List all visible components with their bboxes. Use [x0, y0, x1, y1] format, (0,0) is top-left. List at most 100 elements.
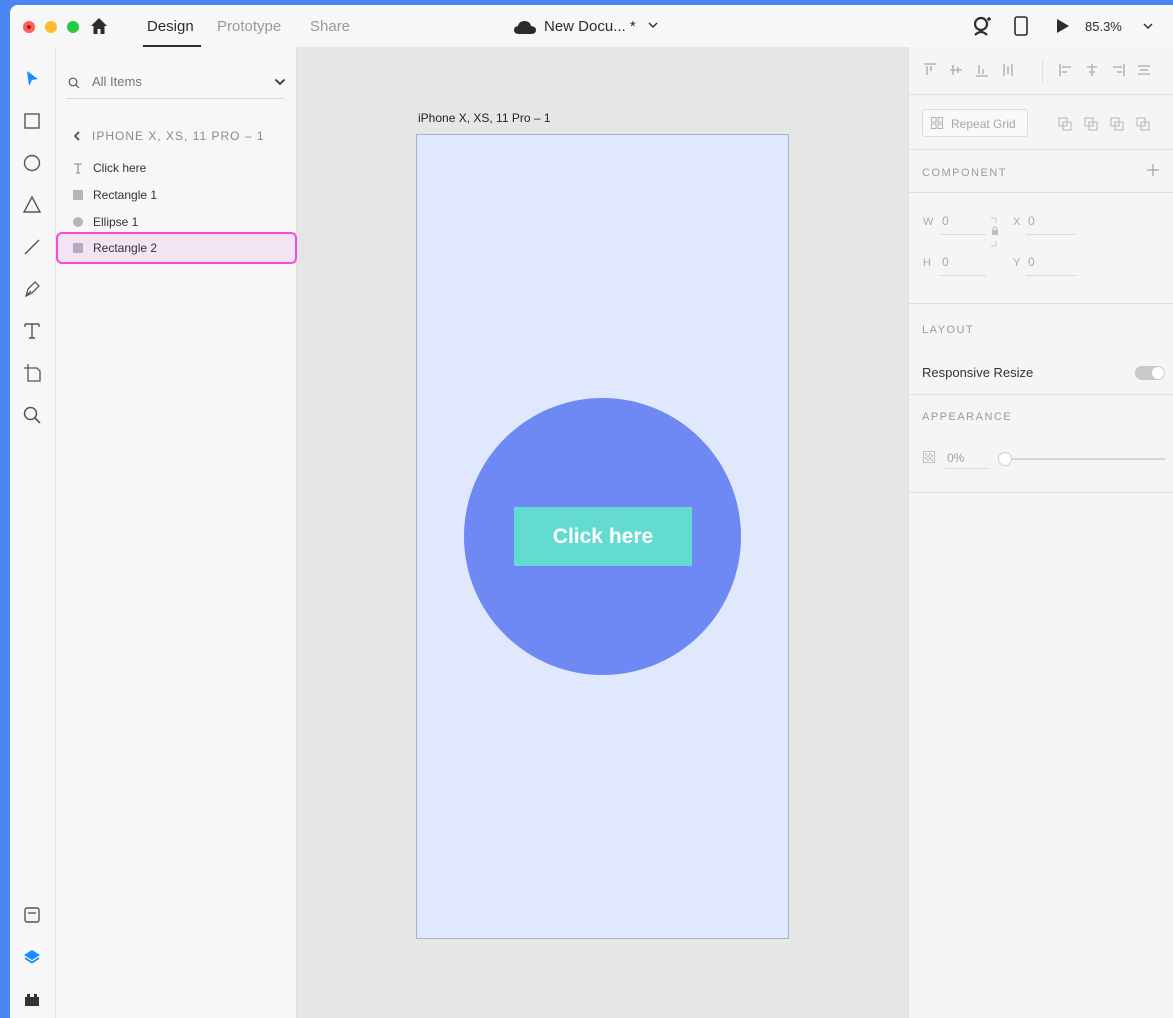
layers-search-input[interactable]	[92, 74, 242, 89]
layers-panel-icon[interactable]	[22, 947, 42, 967]
align-middle-icon[interactable]	[949, 63, 963, 77]
select-tool-icon[interactable]	[22, 69, 42, 89]
divider	[909, 149, 1173, 150]
polygon-tool-icon[interactable]	[22, 195, 42, 215]
y-field[interactable]: 0	[1028, 255, 1035, 269]
align-top-icon[interactable]	[923, 63, 937, 77]
opacity-field-underline	[945, 468, 989, 469]
line-tool-icon[interactable]	[22, 237, 42, 257]
distribute-vertical-icon[interactable]	[1001, 63, 1015, 77]
share-user-icon[interactable]	[972, 16, 992, 36]
play-icon[interactable]	[1056, 18, 1070, 34]
artboard[interactable]: Click here	[416, 134, 789, 939]
appearance-section-title: APPEARANCE	[922, 411, 1013, 423]
click-here-button[interactable]: Click here	[514, 507, 692, 566]
boolean-subtract-icon[interactable]	[1084, 117, 1098, 131]
search-underline	[66, 98, 284, 99]
divider	[909, 394, 1173, 395]
rectangle-icon	[73, 243, 83, 253]
layer-label: Ellipse 1	[93, 215, 139, 229]
opacity-icon	[923, 451, 935, 463]
document-title[interactable]: New Docu... *	[544, 18, 636, 35]
responsive-resize-toggle[interactable]	[1135, 366, 1165, 380]
artboard-tool-icon[interactable]	[22, 363, 42, 383]
opacity-slider-thumb[interactable]	[998, 452, 1012, 466]
repeat-grid-label: Repeat Grid	[951, 117, 1016, 131]
chevron-down-icon[interactable]	[1143, 21, 1153, 31]
lock-aspect-icon[interactable]	[989, 217, 1001, 247]
width-field[interactable]: 0	[942, 214, 949, 228]
search-icon	[68, 77, 80, 89]
text-tool-icon[interactable]	[22, 321, 42, 341]
artboard-breadcrumb[interactable]: IPHONE X, XS, 11 PRO – 1	[92, 129, 265, 143]
xd-window: Design Prototype Share New Docu... * 85.…	[10, 5, 1173, 1018]
height-field[interactable]: 0	[942, 255, 949, 269]
repeat-grid-icon	[931, 117, 943, 129]
zoom-level[interactable]: 85.3%	[1085, 19, 1122, 34]
minimize-window-button[interactable]	[45, 21, 57, 33]
repeat-grid-button[interactable]: Repeat Grid	[922, 109, 1028, 137]
component-section-title: COMPONENT	[922, 167, 1007, 179]
layer-label: Rectangle 2	[93, 241, 158, 255]
layer-item-rectangle-1[interactable]: Rectangle 1	[56, 184, 297, 208]
width-label: W	[923, 216, 934, 228]
chevron-down-icon[interactable]	[274, 77, 286, 87]
distribute-horizontal-icon[interactable]	[1137, 63, 1151, 77]
align-left-icon[interactable]	[1059, 63, 1073, 77]
zoom-tool-icon[interactable]	[22, 405, 42, 425]
toggle-knob	[1152, 367, 1164, 379]
tools-toolbar	[10, 47, 56, 1018]
cloud-icon	[514, 21, 536, 34]
align-center-icon[interactable]	[1085, 63, 1099, 77]
pen-tool-icon[interactable]	[22, 279, 42, 299]
layer-item-rectangle-2[interactable]: Rectangle 2	[56, 237, 297, 261]
responsive-resize-label: Responsive Resize	[922, 365, 1034, 380]
maximize-window-button[interactable]	[67, 21, 79, 33]
height-label: H	[923, 257, 931, 269]
chevron-down-icon[interactable]	[648, 20, 658, 30]
title-bar: Design Prototype Share New Docu... * 85.…	[10, 5, 1173, 47]
opacity-field[interactable]: 0%	[947, 451, 964, 465]
align-right-icon[interactable]	[1111, 63, 1125, 77]
ellipse-icon	[73, 217, 83, 227]
align-bottom-icon[interactable]	[975, 63, 989, 77]
rectangle-tool-icon[interactable]	[22, 111, 42, 131]
width-field-underline	[940, 234, 986, 235]
divider	[909, 492, 1173, 493]
add-component-icon[interactable]	[1147, 164, 1159, 176]
tab-prototype[interactable]: Prototype	[217, 18, 281, 35]
layer-item-click-here[interactable]: Click here	[56, 157, 297, 181]
boolean-intersect-icon[interactable]	[1110, 117, 1124, 131]
divider	[909, 192, 1173, 193]
design-canvas[interactable]: iPhone X, XS, 11 Pro – 1 Click here	[297, 47, 908, 1018]
layers-panel: IPHONE X, XS, 11 PRO – 1 Click here Rect…	[56, 47, 297, 1018]
height-field-underline	[940, 275, 986, 276]
property-inspector: Repeat Grid COMPONENT W 0 X 0 H 0 Y 0 LA…	[908, 47, 1173, 1018]
toolbar-separator	[1042, 59, 1043, 83]
assets-panel-icon[interactable]	[22, 905, 42, 925]
boolean-exclude-icon[interactable]	[1136, 117, 1150, 131]
button-label: Click here	[552, 524, 654, 548]
layer-label: Rectangle 1	[93, 188, 158, 202]
text-icon	[74, 163, 82, 174]
opacity-slider-track[interactable]	[1005, 458, 1165, 460]
home-icon[interactable]	[90, 17, 108, 35]
divider	[909, 94, 1173, 95]
x-field-underline	[1026, 234, 1076, 235]
tab-design[interactable]: Design	[147, 18, 194, 35]
layer-item-ellipse-1[interactable]: Ellipse 1	[56, 211, 297, 235]
plugins-panel-icon[interactable]	[22, 989, 42, 1009]
tab-share[interactable]: Share	[310, 18, 350, 35]
layer-label: Click here	[93, 161, 147, 175]
boolean-add-icon[interactable]	[1058, 117, 1072, 131]
artboard-title[interactable]: iPhone X, XS, 11 Pro – 1	[418, 111, 551, 125]
close-window-button[interactable]	[23, 21, 35, 33]
divider	[909, 303, 1173, 304]
layout-section-title: LAYOUT	[922, 324, 975, 336]
y-field-underline	[1026, 275, 1076, 276]
ellipse-tool-icon[interactable]	[22, 153, 42, 173]
chevron-left-icon[interactable]	[73, 131, 80, 141]
x-label: X	[1013, 216, 1021, 228]
x-field[interactable]: 0	[1028, 214, 1035, 228]
device-preview-icon[interactable]	[1014, 16, 1028, 36]
